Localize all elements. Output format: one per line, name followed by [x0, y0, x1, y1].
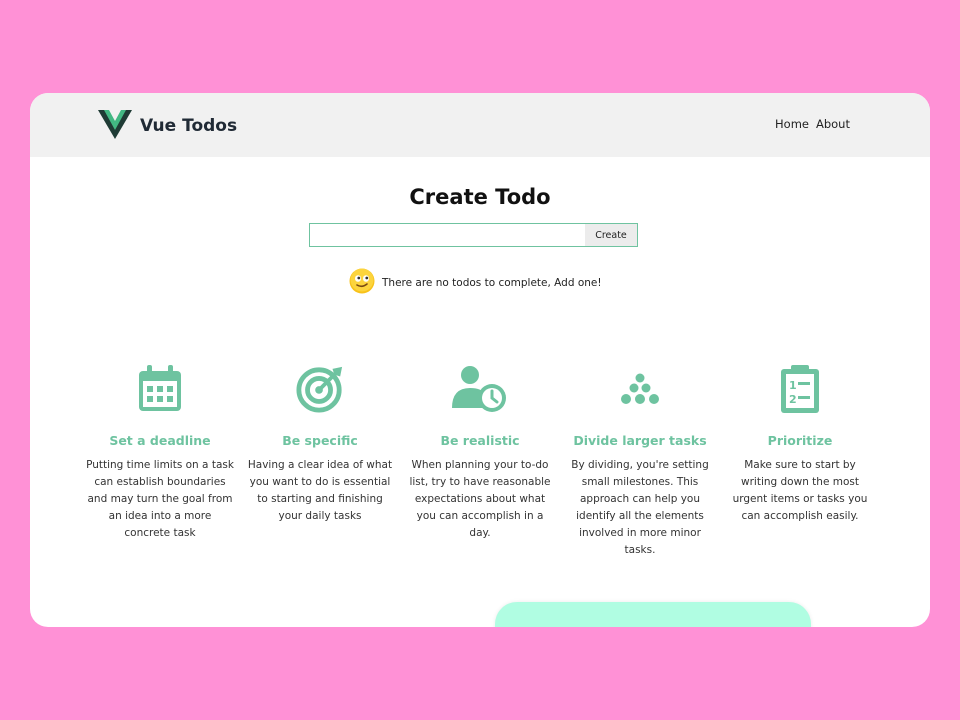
- vue-logo-icon: [98, 109, 132, 143]
- nav-home-link[interactable]: Home: [775, 117, 809, 131]
- empty-state: There are no todos to complete, Add one!: [348, 267, 602, 299]
- tip-title: Be specific: [282, 433, 358, 448]
- brand[interactable]: Vue Todos: [98, 109, 237, 143]
- tip-description: When planning your to-do list, try to ha…: [409, 459, 551, 539]
- nav-about-link[interactable]: About: [816, 117, 850, 131]
- target-icon: [296, 364, 344, 418]
- tip-card: Set a deadline Putting time limits on a …: [85, 365, 235, 559]
- emoji-face-icon: [348, 267, 376, 299]
- calendar-icon: [136, 364, 184, 418]
- tip-description: Putting time limits on a task can establ…: [86, 459, 234, 539]
- floating-panel[interactable]: [495, 602, 811, 627]
- tip-title: Be realistic: [440, 433, 520, 448]
- create-button[interactable]: Create: [585, 224, 637, 246]
- create-todo-form: Create: [309, 223, 638, 247]
- tip-card: Be specific Having a clear idea of what …: [245, 365, 395, 559]
- tips-section: Set a deadline Putting time limits on a …: [85, 365, 875, 559]
- tip-description: Make sure to start by writing down the m…: [732, 459, 868, 522]
- tip-title: Set a deadline: [109, 433, 211, 448]
- svg-text:1: 1: [789, 379, 797, 392]
- dots-pyramid-icon: [616, 364, 664, 418]
- nav-links: Home About: [775, 117, 850, 131]
- svg-text:2: 2: [789, 393, 797, 406]
- brand-name: Vue Todos: [140, 116, 238, 136]
- user-clock-icon: [452, 364, 508, 418]
- app-window: Vue Todos Home About Create Todo Create …: [30, 93, 930, 627]
- tip-description: By dividing, you're setting small milest…: [571, 459, 709, 556]
- page-title: Create Todo: [409, 185, 551, 209]
- tip-description: Having a clear idea of what you want to …: [247, 459, 393, 522]
- clipboard-list-icon: 1 2: [776, 364, 824, 418]
- tip-card: 1 2 Prioritize Make sure to start by wri…: [725, 365, 875, 559]
- navbar: Vue Todos Home About: [30, 93, 930, 157]
- tip-title: Prioritize: [767, 433, 833, 448]
- todo-input[interactable]: [310, 224, 585, 246]
- tip-title: Divide larger tasks: [573, 433, 707, 448]
- tip-card: Divide larger tasks By dividing, you're …: [565, 365, 715, 559]
- empty-message: There are no todos to complete, Add one!: [382, 277, 602, 289]
- tip-card: Be realistic When planning your to-do li…: [405, 365, 555, 559]
